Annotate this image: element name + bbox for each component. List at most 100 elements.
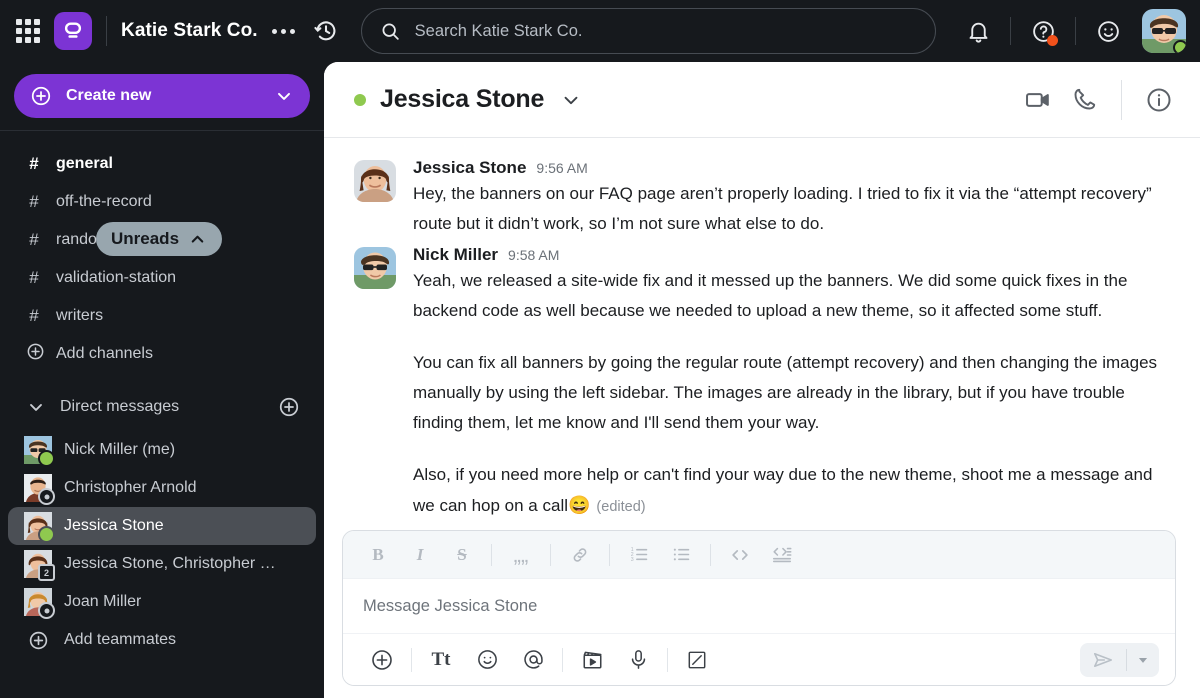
message-input[interactable]: Message Jessica Stone [343,579,1175,633]
svg-text:3: 3 [630,557,633,563]
topbar-divider [1075,17,1076,45]
formatting-toolbar: B I S „„ 1 2 3 [343,531,1175,579]
blockquote-button[interactable]: „„ [500,538,542,572]
topbar-divider [106,16,107,46]
dm-item-christopher-arnold[interactable]: Christopher Arnold [8,469,316,507]
strikethrough-button[interactable]: S [441,538,483,572]
ordered-list-button[interactable]: 1 2 3 [618,538,660,572]
sidebar-item-off-the-record[interactable]: # off-the-record [8,183,316,221]
status-indicator [38,602,55,619]
mention-button[interactable] [510,641,556,679]
dm-item-nick-miller[interactable]: Nick Miller (me) [8,431,316,469]
avatar [24,512,55,543]
code-block-button[interactable] [761,538,803,572]
sidebar-item-validation-station[interactable]: # validation-station [8,259,316,297]
add-channels-button[interactable]: Add channels [8,335,316,373]
pumble-logo-icon[interactable] [54,12,92,50]
inline-code-button[interactable] [719,538,761,572]
unreads-pill-button[interactable]: Unreads [96,222,223,256]
message-timestamp: 9:58 AM [508,247,560,263]
dm-label: Nick Miller (me) [64,441,176,458]
add-teammates-button[interactable]: Add teammates [8,621,316,659]
plus-circle-icon [31,86,51,106]
composer-action-bar: Tt [343,633,1175,685]
status-indicator [38,450,55,467]
message-composer-area: B I S „„ 1 2 3 Message Jessica Stone Tt [324,530,1200,698]
emoji-button[interactable] [464,641,510,679]
send-options-chevron-down-icon[interactable] [1127,643,1159,677]
search-placeholder: Search Katie Stark Co. [414,21,583,40]
send-button[interactable] [1080,643,1126,677]
video-clip-button[interactable] [569,641,615,679]
conversation-actions [1015,77,1182,123]
draw-button[interactable] [674,641,720,679]
avatar [24,588,55,619]
italic-button[interactable]: I [399,538,441,572]
help-question-icon[interactable] [1023,11,1063,51]
smiley-face-icon[interactable] [1088,11,1128,51]
avatar [24,436,55,467]
message-author[interactable]: Jessica Stone [413,158,526,178]
dm-item-group-jessica-christopher[interactable]: 2 Jessica Stone, Christopher … [8,545,316,583]
search-icon [382,23,399,40]
link-button[interactable] [559,538,601,572]
toolbar-divider [550,543,551,566]
grid-apps-icon[interactable] [10,13,46,49]
avatar: 2 [24,550,55,581]
user-avatar[interactable] [1142,9,1186,53]
create-new-label: Create new [66,87,152,104]
ellipsis-icon[interactable] [270,23,297,40]
microphone-button[interactable] [615,641,661,679]
workspace-title[interactable]: Katie Stark Co. [121,20,258,42]
attach-plus-button[interactable] [359,641,405,679]
hash-icon: # [29,230,39,249]
message-author[interactable]: Nick Miller [413,245,498,265]
toolbar-divider [667,647,668,672]
chevron-down-icon [30,404,42,411]
avatar[interactable] [354,247,396,289]
conversation-header: Jessica Stone [324,62,1200,138]
edited-label: (edited) [596,499,646,515]
video-camera-icon[interactable] [1015,77,1061,123]
channel-list: # general # off-the-record # random # va… [0,141,324,373]
dm-label: Jessica Stone, Christopher … [64,555,276,572]
info-circle-icon[interactable] [1136,77,1182,123]
app-body: Create new # general # off-the-record # … [0,62,1200,698]
dm-item-joan-miller[interactable]: Joan Miller [8,583,316,621]
create-new-button[interactable]: Create new [14,74,310,118]
message-item: Nick Miller 9:58 AM Yeah, we released a … [324,239,1200,522]
channel-label: validation-station [56,269,177,286]
dm-label: Joan Miller [64,593,142,610]
chevron-up-icon [191,235,204,243]
history-clock-icon[interactable] [313,18,339,44]
toolbar-divider [411,647,412,672]
dm-item-jessica-stone[interactable]: Jessica Stone [8,507,316,545]
header-divider [1121,79,1122,120]
message-paragraph: You can fix all banners by going the reg… [413,353,1158,432]
avatar-image [354,247,396,289]
help-notification-badge [1047,35,1058,46]
bell-icon[interactable] [958,11,998,51]
conversation-panel: Jessica Stone Jessica Stone 9:56 AM Hey,… [324,62,1200,698]
plus-circle-icon[interactable] [278,396,300,418]
avatar [24,474,55,505]
conversation-menu-chevron-down-icon[interactable] [560,89,582,111]
search-input[interactable]: Search Katie Stark Co. [360,8,936,54]
hash-icon: # [29,192,39,211]
phone-icon[interactable] [1061,77,1107,123]
sidebar-item-general[interactable]: # general [8,145,316,183]
avatar[interactable] [354,160,396,202]
bullet-list-button[interactable] [660,538,702,572]
pumble-app-window: Katie Stark Co. Search Katie Stark Co. C… [0,0,1200,698]
toolbar-divider [562,647,563,672]
message-item: Jessica Stone 9:56 AM Hey, the banners o… [324,152,1200,239]
format-text-button[interactable]: Tt [418,641,464,679]
bold-button[interactable]: B [357,538,399,572]
sidebar-item-writers[interactable]: # writers [8,297,316,335]
add-channels-label: Add channels [56,345,153,362]
grinning-emoji: 😄 [568,495,591,515]
direct-messages-section-header[interactable]: Direct messages [8,385,316,429]
scrolled-partial-row [0,131,324,141]
message-input-placeholder: Message Jessica Stone [363,596,538,615]
avatar-image [354,160,396,202]
